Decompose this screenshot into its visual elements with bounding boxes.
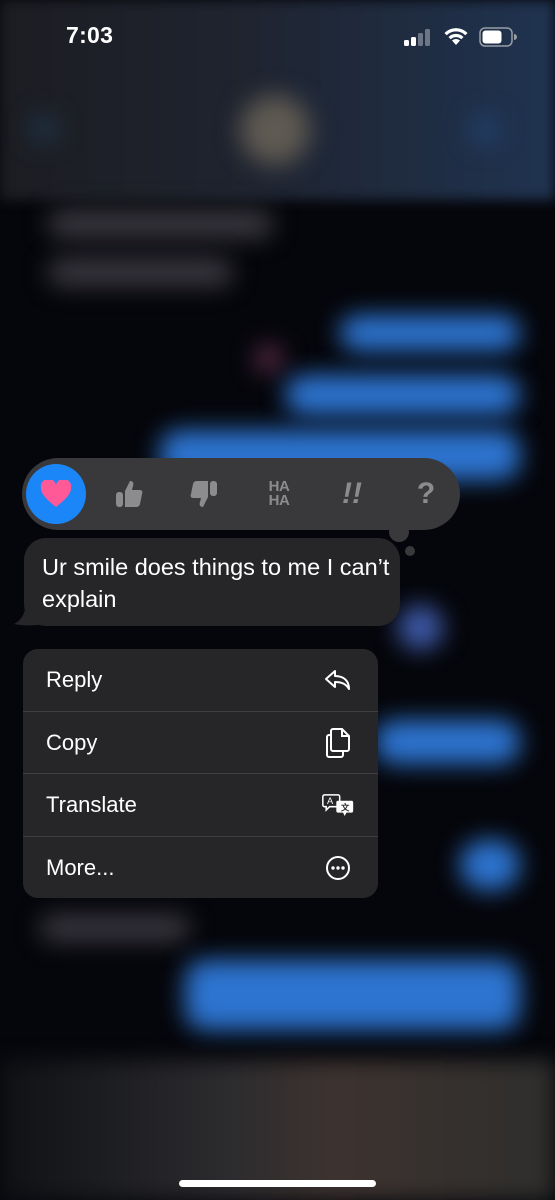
blurred-sent-bubble bbox=[375, 720, 520, 764]
wifi-icon bbox=[443, 25, 469, 47]
thumbs-down-icon bbox=[190, 481, 217, 507]
blurred-received-bubble bbox=[48, 258, 233, 286]
blurred-reaction bbox=[398, 605, 443, 650]
tapback-question[interactable]: ? bbox=[399, 467, 453, 521]
menu-item-copy[interactable]: Copy bbox=[23, 712, 378, 774]
svg-text:文: 文 bbox=[341, 802, 350, 812]
home-indicator[interactable] bbox=[179, 1180, 376, 1187]
haha-bottom: HA bbox=[268, 492, 290, 509]
menu-item-label: More... bbox=[46, 855, 115, 880]
translate-icon: A 文 bbox=[322, 789, 354, 821]
tapback-thumbs-up[interactable] bbox=[102, 467, 156, 521]
cellular-signal-icon bbox=[404, 28, 434, 46]
blurred-reaction bbox=[255, 345, 283, 373]
tapback-bubble-tail bbox=[389, 522, 409, 542]
status-bar: 7:03 bbox=[0, 0, 555, 74]
menu-item-label: Reply bbox=[46, 667, 103, 692]
message-text: Ur smile does things to me I can’t expla… bbox=[42, 554, 390, 612]
more-icon bbox=[322, 852, 354, 884]
reply-icon bbox=[322, 664, 354, 696]
message-bubble[interactable]: Ur smile does things to me I can’t expla… bbox=[24, 538, 400, 626]
tapback-bubble-tail-dot bbox=[405, 546, 415, 556]
svg-text:A: A bbox=[327, 796, 334, 806]
haha-icon: HA HA bbox=[268, 479, 290, 509]
copy-icon bbox=[322, 727, 354, 759]
blurred-sent-bubble bbox=[285, 375, 520, 415]
heart-icon bbox=[40, 480, 72, 507]
menu-item-more[interactable]: More... bbox=[23, 837, 378, 898]
blurred-sent-bubble bbox=[460, 840, 520, 890]
blurred-received-bubble bbox=[40, 915, 190, 941]
thumbs-up-icon bbox=[116, 481, 143, 507]
tapback-bar: HA HA !! ? bbox=[22, 458, 460, 530]
blurred-received-bubble bbox=[48, 210, 273, 238]
blurred-sent-bubble bbox=[340, 315, 520, 351]
blurred-back-button bbox=[30, 115, 58, 143]
blurred-sent-bubble bbox=[185, 960, 520, 1030]
menu-item-label: Translate bbox=[46, 792, 137, 817]
tapback-heart[interactable] bbox=[26, 464, 86, 524]
tapback-emphasize[interactable]: !! bbox=[325, 467, 379, 521]
battery-icon bbox=[479, 27, 517, 47]
status-time: 7:03 bbox=[66, 22, 114, 48]
menu-item-label: Copy bbox=[46, 730, 98, 755]
double-exclamation-icon: !! bbox=[342, 477, 362, 510]
tapback-haha[interactable]: HA HA bbox=[252, 467, 306, 521]
menu-item-translate[interactable]: Translate A 文 bbox=[23, 774, 378, 836]
menu-item-reply[interactable]: Reply bbox=[23, 649, 378, 711]
context-menu: Reply Copy Translate A 文 More... bbox=[23, 649, 378, 898]
question-icon: ? bbox=[416, 477, 436, 510]
blurred-facetime-button bbox=[470, 115, 500, 145]
blurred-input-bar bbox=[0, 1060, 555, 1200]
tapback-thumbs-down[interactable] bbox=[177, 467, 231, 521]
blurred-contact-avatar bbox=[240, 95, 310, 165]
